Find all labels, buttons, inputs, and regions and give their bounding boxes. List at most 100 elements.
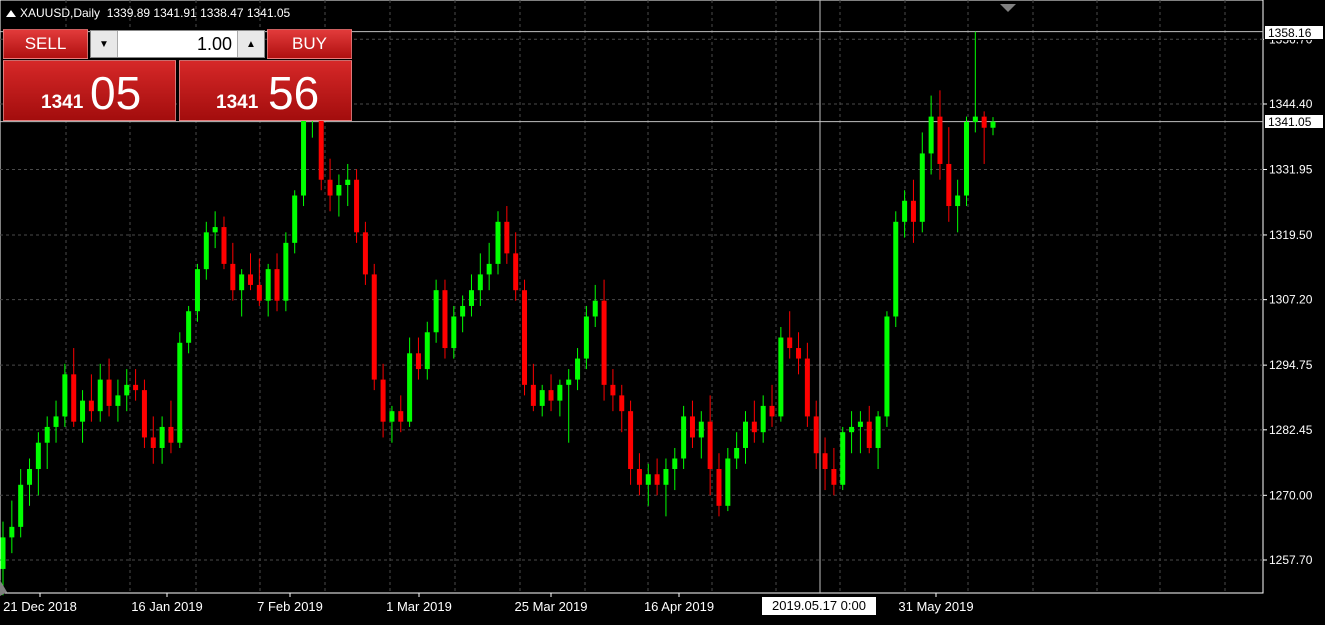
candle-body xyxy=(362,232,368,275)
candle-body xyxy=(88,400,94,412)
candle-body xyxy=(601,300,607,385)
candle-body xyxy=(442,290,448,349)
candle-body xyxy=(327,179,333,196)
candle-body xyxy=(230,263,236,291)
candle-body xyxy=(248,274,253,285)
candle-body xyxy=(159,426,165,448)
candle-body xyxy=(318,111,324,180)
candle-body xyxy=(566,379,572,385)
price-axis-label: 1270.00 xyxy=(1269,488,1313,502)
candle-body xyxy=(513,253,519,291)
candle-body xyxy=(97,379,103,412)
candle-body xyxy=(955,195,961,207)
candle-body xyxy=(0,537,6,569)
collapse-triangle-icon[interactable] xyxy=(6,10,16,17)
candle-body xyxy=(468,290,474,306)
candle-body xyxy=(486,263,492,275)
lot-size-value[interactable]: 1.00 xyxy=(197,34,232,55)
candle-body xyxy=(133,384,139,391)
candle-body xyxy=(177,342,183,443)
candle-body xyxy=(62,374,68,417)
candle-body xyxy=(9,526,15,538)
candle-body xyxy=(592,300,598,317)
candle-body xyxy=(857,421,863,427)
candle-body xyxy=(769,405,775,417)
candle-body xyxy=(35,442,41,470)
candle-body xyxy=(734,447,740,459)
candle-body xyxy=(981,116,987,128)
price-axis-label: 1282.45 xyxy=(1269,423,1313,437)
candle-body xyxy=(150,437,156,448)
lot-size-stepper[interactable]: ▼ 1.00 ▲ xyxy=(90,30,265,58)
candle-body xyxy=(893,221,899,317)
price-axis-label: 1307.20 xyxy=(1269,293,1313,307)
buy-price-button[interactable]: 1341 56 xyxy=(179,60,352,121)
candle-body xyxy=(115,395,121,406)
candle-body xyxy=(840,432,846,485)
candle-body xyxy=(301,116,307,196)
candle-body xyxy=(106,379,112,406)
candle-body xyxy=(283,242,289,301)
price-axis-label: 1257.70 xyxy=(1269,553,1313,567)
candle-body xyxy=(18,484,24,527)
candle-body xyxy=(186,311,192,343)
candle-body xyxy=(963,121,969,196)
candle-body xyxy=(813,416,819,454)
date-axis-label: 31 May 2019 xyxy=(898,599,973,614)
date-axis-label: 1 Mar 2019 xyxy=(386,599,452,614)
sell-price-pips: 05 xyxy=(90,67,142,119)
candle-body xyxy=(27,469,33,485)
candle-body xyxy=(707,421,713,470)
candle-body xyxy=(477,274,483,291)
candle-body xyxy=(389,411,395,422)
chart-header: XAUUSD,Daily 1339.89 1341.91 1338.47 134… xyxy=(6,6,290,20)
candle-body xyxy=(168,426,174,443)
candle-body xyxy=(636,469,642,485)
candle-body xyxy=(398,411,404,422)
candle-body xyxy=(203,232,209,270)
buy-button[interactable]: BUY xyxy=(267,29,352,59)
sell-price-button[interactable]: 1341 05 xyxy=(3,60,176,121)
buy-price-prefix: 1341 xyxy=(216,92,259,113)
current-price-tag: 1341.05 xyxy=(1264,114,1324,129)
one-click-trading-panel: SELL ▼ 1.00 ▲ BUY 1341 05 1341 56 xyxy=(3,29,352,121)
buy-price-pips: 56 xyxy=(268,67,320,119)
candle-body xyxy=(919,153,925,222)
candle-body xyxy=(44,426,50,443)
sell-button[interactable]: SELL xyxy=(3,29,88,59)
candle-body xyxy=(831,469,837,485)
high-price-tag: 1358.16 xyxy=(1264,25,1324,40)
candle-body xyxy=(787,337,793,349)
candle-body xyxy=(433,290,439,333)
candle-body xyxy=(530,384,536,406)
candle-body xyxy=(972,116,978,122)
candle-body xyxy=(822,453,828,470)
candle-body xyxy=(698,421,704,438)
date-axis-label: 16 Jan 2019 xyxy=(131,599,203,614)
candle-body xyxy=(681,416,687,459)
candle-body xyxy=(71,374,77,422)
date-axis-label: 7 Feb 2019 xyxy=(257,599,323,614)
decrease-lot-icon[interactable]: ▼ xyxy=(91,31,118,57)
candle-body xyxy=(928,116,934,154)
candle-body xyxy=(265,269,271,301)
candle-body xyxy=(910,200,916,222)
candle-body xyxy=(937,116,943,164)
candle-body xyxy=(380,379,386,422)
candle-body xyxy=(946,163,952,207)
candle-body xyxy=(760,405,766,433)
candle-body xyxy=(53,416,59,427)
candle-body xyxy=(875,416,881,448)
candle-body xyxy=(345,179,351,185)
candle-body xyxy=(610,384,616,396)
candle-body xyxy=(725,458,731,506)
candle-body xyxy=(575,358,581,380)
increase-lot-icon[interactable]: ▲ xyxy=(237,31,264,57)
sell-price-prefix: 1341 xyxy=(41,92,84,113)
candle-body xyxy=(194,269,200,312)
candle-body xyxy=(256,284,262,301)
candle-body xyxy=(557,384,563,401)
candle-body xyxy=(415,353,421,370)
date-axis-label: 25 Mar 2019 xyxy=(515,599,588,614)
candle-body xyxy=(849,426,855,433)
